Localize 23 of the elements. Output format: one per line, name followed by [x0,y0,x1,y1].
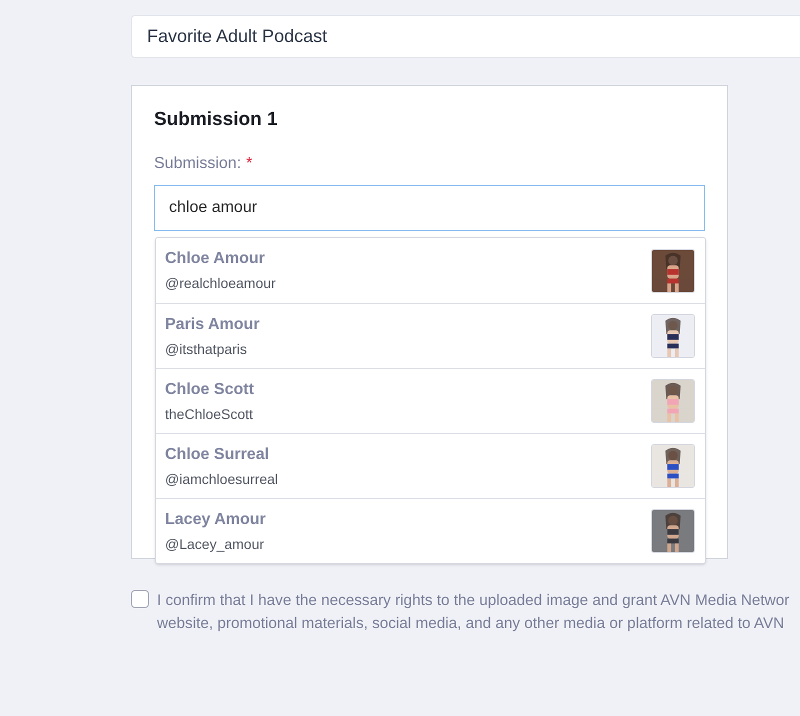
suggestion-name: Chloe Scott [165,380,254,400]
suggestion-name: Chloe Amour [165,249,266,269]
suggestion-name: Lacey Amour [165,510,266,530]
suggestion-item[interactable]: Lacey Amour @Lacey_amour [156,498,705,563]
suggestion-item[interactable]: Chloe Surreal @iamchloesurreal [156,433,705,498]
consent-text: I confirm that I have the necessary rights to the uploaded image and grant AVN Media Networ website, promotional materials, social media, and any other media or platform related to AVN [157,591,790,634]
field-value: Favorite Adult Podcast [147,25,328,48]
field-label: Submission: [154,154,242,174]
card-title: Submission 1 [154,108,279,132]
suggestion-handle: @realchloeamour [165,274,276,292]
search-field[interactable]: chloe amour [154,185,705,231]
suggestion-item[interactable]: Paris Amour @itsthatparis [156,303,705,368]
suggestion-name: Chloe Surreal [165,444,270,464]
suggestion-handle: @Lacey_amour [165,534,266,552]
suggestion-handle: @itsthatparis [165,340,248,358]
suggestion-item[interactable]: Chloe Scott theChloeScott [156,368,705,433]
suggestion-handle: @iamchloesurreal [165,470,278,488]
suggestion-item[interactable]: Chloe Amour @realchloeamour [156,238,705,303]
consent-checkbox[interactable] [131,590,149,608]
suggestion-handle: theChloeScott [165,404,254,422]
suggestion-name: Paris Amour [165,314,260,334]
required-mark: * [246,154,252,174]
category-field[interactable]: Favorite Adult Podcast [131,15,800,58]
